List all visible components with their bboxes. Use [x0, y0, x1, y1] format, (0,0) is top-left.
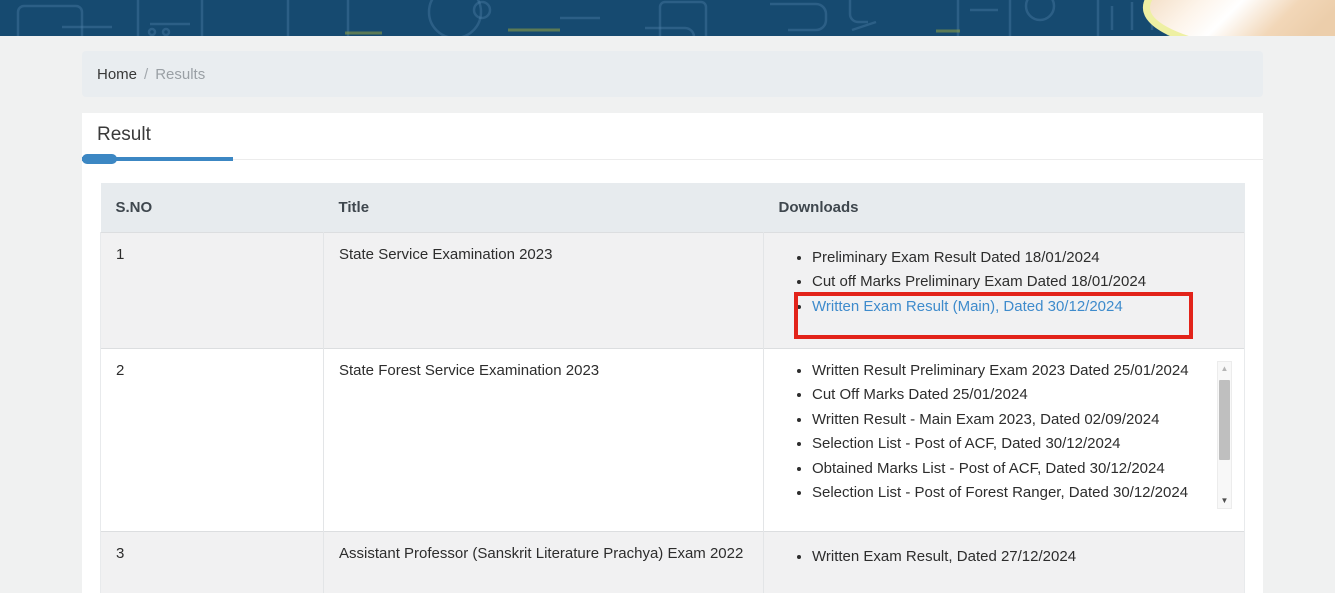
top-banner: [0, 0, 1335, 36]
row3-downloads: Written Exam Result, Dated 27/12/2024: [763, 530, 1245, 593]
row3-title: Assistant Professor (Sanskrit Literature…: [323, 530, 764, 593]
column-header-sno: S.NO: [100, 183, 324, 232]
table-row-3: 3 Assistant Professor (Sanskrit Literatu…: [100, 530, 1245, 593]
download-list: Written Exam Result, Dated 27/12/2024: [779, 545, 1232, 570]
result-card: Result S.NO Title Downloads 1 State Serv…: [82, 113, 1263, 593]
download-item-label[interactable]: Preliminary Exam Result Dated 18/01/2024: [812, 249, 1100, 266]
column-header-title: Title: [323, 183, 764, 232]
banner-photo-decoration: [1143, 0, 1335, 36]
download-item-label[interactable]: Written Result Preliminary Exam 2023 Dat…: [812, 362, 1189, 379]
download-item[interactable]: Obtained Marks List - Post of ACF, Dated…: [812, 457, 1197, 482]
page-title: Result: [97, 124, 151, 145]
scrollbar-thumb[interactable]: [1219, 379, 1230, 460]
download-list: Written Result Preliminary Exam 2023 Dat…: [779, 359, 1233, 506]
row1-sno: 1: [100, 231, 324, 348]
row1-downloads: Preliminary Exam Result Dated 18/01/2024…: [763, 231, 1245, 348]
download-list: Preliminary Exam Result Dated 18/01/2024…: [779, 246, 1232, 320]
download-link[interactable]: Written Exam Result (Main), Dated 30/12/…: [812, 298, 1123, 315]
row1-title: State Service Examination 2023: [323, 231, 764, 348]
download-item[interactable]: Cut off Marks Preliminary Exam Dated 18/…: [812, 270, 1232, 295]
page: Home / Results Result S.NO Title Downloa…: [0, 0, 1335, 593]
download-item-label[interactable]: Written Exam Result, Dated 27/12/2024: [812, 548, 1076, 565]
column-header-downloads: Downloads: [763, 183, 1245, 232]
download-item-label[interactable]: Cut Off Marks Dated 25/01/2024: [812, 386, 1028, 403]
table-row-1: 1 State Service Examination 2023 Prelimi…: [100, 231, 1245, 348]
download-item[interactable]: Written Exam Result, Dated 27/12/2024: [812, 545, 1232, 570]
download-item[interactable]: Written Result Preliminary Exam 2023 Dat…: [812, 359, 1197, 384]
row2-sno: 2: [100, 347, 324, 531]
breadcrumb-separator: /: [144, 65, 149, 83]
table-row-2: 2 State Forest Service Examination 2023 …: [100, 347, 1245, 531]
breadcrumb-home-link[interactable]: Home: [97, 66, 137, 83]
download-item[interactable]: Written Exam Result (Main), Dated 30/12/…: [812, 295, 1232, 320]
download-item[interactable]: Preliminary Exam Result Dated 18/01/2024: [812, 246, 1232, 271]
download-item-label[interactable]: Selection List - Post of Forest Ranger, …: [812, 484, 1188, 501]
download-item-label[interactable]: Obtained Marks List - Post of ACF, Dated…: [812, 460, 1165, 477]
downloads-scroll-area[interactable]: Written Result Preliminary Exam 2023 Dat…: [779, 359, 1233, 511]
scroll-down-icon[interactable]: ▼: [1218, 494, 1231, 508]
row2-downloads: Written Result Preliminary Exam 2023 Dat…: [763, 347, 1245, 531]
breadcrumb-current: Results: [155, 65, 206, 83]
results-table: S.NO Title Downloads 1 State Service Exa…: [100, 183, 1245, 593]
download-item-clipped[interactable]: Selection List - Post of Forest Ranger, …: [812, 481, 1197, 506]
download-item[interactable]: Selection List - Post of ACF, Dated 30/1…: [812, 432, 1197, 457]
download-item[interactable]: Written Result - Main Exam 2023, Dated 0…: [812, 408, 1197, 433]
download-item-label[interactable]: Written Result - Main Exam 2023, Dated 0…: [812, 411, 1159, 428]
row3-sno: 3: [100, 530, 324, 593]
title-underline-pill: [82, 154, 117, 164]
scroll-up-icon[interactable]: ▲: [1218, 362, 1231, 376]
breadcrumb: Home / Results: [82, 51, 1263, 97]
downloads-scrollbar[interactable]: ▲ ▼: [1217, 360, 1232, 509]
row2-title: State Forest Service Examination 2023: [323, 347, 764, 531]
heading-divider: [82, 159, 1263, 160]
table-header-row: S.NO Title Downloads: [100, 183, 1245, 232]
download-item-label[interactable]: Selection List - Post of ACF, Dated 30/1…: [812, 435, 1121, 452]
download-item-label[interactable]: Cut off Marks Preliminary Exam Dated 18/…: [812, 273, 1146, 290]
download-item[interactable]: Cut Off Marks Dated 25/01/2024: [812, 383, 1197, 408]
